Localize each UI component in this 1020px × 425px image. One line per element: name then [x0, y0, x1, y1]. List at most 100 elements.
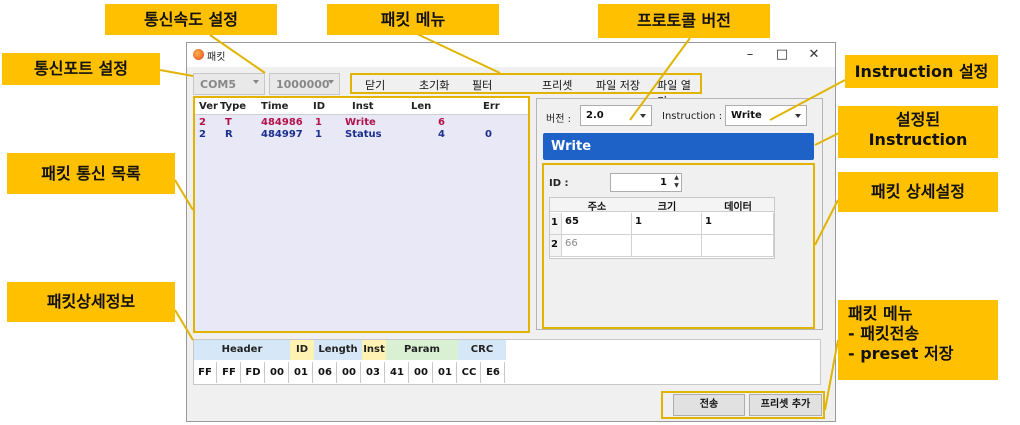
- packet-header-group: ID: [290, 340, 314, 360]
- port-combo[interactable]: COM5: [193, 73, 265, 95]
- callout-instruction-setting: Instruction 설정: [845, 55, 998, 88]
- packet-byte: 03: [362, 362, 385, 383]
- packet-header-group: CRC: [458, 340, 506, 360]
- instruction-combo[interactable]: Write: [725, 105, 807, 126]
- callout-packet-detail-info: 패킷상세정보: [7, 282, 175, 322]
- param-cell-num: 1: [550, 213, 562, 235]
- instruction-label: Instruction :: [662, 111, 723, 122]
- param-table[interactable]: 주소 크기 데이터 1 65 1 1 2 66: [549, 197, 775, 259]
- instruction-combo-value: Write: [731, 110, 762, 121]
- param-table-header: 주소 크기 데이터: [550, 198, 774, 213]
- packet-cell-time: 484997: [261, 129, 303, 140]
- packet-list-header: Ver Type Time ID Inst Len Err: [195, 98, 528, 115]
- col-ver: Ver: [199, 101, 218, 112]
- window-title: 패킷: [207, 52, 226, 63]
- instruction-banner: Write: [543, 133, 814, 160]
- chevron-down-icon: [328, 80, 334, 84]
- baud-combo-value: 1000000: [276, 78, 330, 91]
- packet-menu-bar: 닫기 초기화 필터 프리셋 파일 저장 파일 열기: [350, 73, 702, 108]
- packet-info: Header ID Length Inst Param CRC FF FF FD 00 01 06 0…: [193, 339, 821, 385]
- chevron-down-icon: [795, 114, 801, 118]
- param-cell-num: 2: [550, 235, 562, 257]
- packet-cell-inst: Write: [345, 117, 376, 128]
- chevron-down-icon: [253, 80, 259, 84]
- param-cell-addr[interactable]: 66: [562, 235, 632, 257]
- packet-info-header: Header ID Length Inst Param CRC: [194, 340, 524, 360]
- packet-header-group: Inst: [362, 340, 386, 360]
- menu-filter[interactable]: 필터: [472, 77, 492, 93]
- col-len: Len: [411, 101, 432, 112]
- add-preset-button[interactable]: 프리셋 추가: [749, 394, 822, 416]
- packet-byte: FF: [194, 362, 217, 383]
- packet-cell-len: 6: [438, 117, 445, 128]
- packet-cell-ver: 2: [199, 129, 206, 140]
- col-type: Type: [220, 101, 247, 112]
- chevron-down-icon: [640, 114, 646, 118]
- callout-packet-detail-setting: 패킷 상세설정: [838, 172, 998, 212]
- packet-header-group: Length: [314, 340, 362, 360]
- col-inst: Inst: [352, 101, 374, 112]
- packet-cell-type: T: [225, 117, 232, 128]
- param-cell-data[interactable]: [702, 235, 774, 257]
- packet-cell-time: 484986: [261, 117, 303, 128]
- col-id: ID: [313, 101, 326, 112]
- callout-packet-list: 패킷 통신 목록: [7, 153, 175, 194]
- packet-row[interactable]: 2 T 484986 1 Write 6: [195, 117, 528, 129]
- send-button[interactable]: 전송: [673, 394, 745, 416]
- callout-protocol-version: 프로토콜 버전: [598, 4, 770, 38]
- param-cell-addr[interactable]: 65: [562, 213, 632, 235]
- packet-cell-ver: 2: [199, 117, 206, 128]
- port-combo-value: COM5: [200, 78, 237, 91]
- packet-byte: FF: [218, 362, 241, 383]
- spin-arrows-icon[interactable]: ▲ ▼: [672, 174, 681, 191]
- packet-cell-type: R: [225, 129, 233, 140]
- callout-packet-menu-2: 패킷 메뉴 - 패킷전송 - preset 저장: [838, 300, 998, 380]
- param-row[interactable]: 1 65 1 1: [550, 213, 774, 235]
- col-size: 크기: [657, 202, 677, 213]
- packet-info-bytes: FF FF FD 00 01 06 00 03 41 00 01 CC E6: [194, 362, 524, 383]
- menu-close[interactable]: 닫기: [365, 77, 385, 93]
- packet-byte: FD: [242, 362, 265, 383]
- version-combo[interactable]: 2.0: [580, 105, 652, 126]
- packet-byte: 41: [386, 362, 409, 383]
- param-cell-size[interactable]: [632, 235, 702, 257]
- packet-cell-err: 0: [485, 129, 492, 140]
- packet-header-group: Param: [386, 340, 458, 360]
- packet-row[interactable]: 2 R 484997 1 Status 4 0: [195, 129, 528, 141]
- packet-cell-id: 1: [315, 117, 322, 128]
- packet-cell-id: 1: [315, 129, 322, 140]
- callout-comm-speed: 통신속도 설정: [105, 4, 277, 35]
- packet-byte: 01: [290, 362, 313, 383]
- packet-list[interactable]: Ver Type Time ID Inst Len Err 2 T 484986 1 W…: [193, 96, 530, 333]
- col-address: 주소: [587, 202, 607, 213]
- packet-cell-inst: Status: [345, 129, 382, 140]
- minimize-button[interactable]: –: [737, 45, 763, 65]
- menu-reset[interactable]: 초기화: [419, 77, 449, 93]
- packet-byte: 00: [410, 362, 433, 383]
- version-combo-value: 2.0: [586, 110, 604, 121]
- maximize-button[interactable]: □: [769, 45, 795, 65]
- packet-byte: 06: [314, 362, 337, 383]
- callout-packet-menu: 패킷 메뉴: [327, 4, 499, 35]
- packet-rows: 2 T 484986 1 Write 6 2 R 484997 1 Status 4 0: [195, 117, 528, 157]
- callout-comm-port: 통신포트 설정: [2, 53, 160, 85]
- app-icon: [193, 49, 204, 60]
- id-label: ID :: [549, 178, 569, 189]
- packet-byte: 00: [266, 362, 289, 383]
- col-time: Time: [261, 101, 289, 112]
- param-row[interactable]: 2 66: [550, 235, 774, 257]
- packet-byte: E6: [482, 362, 505, 383]
- menu-save-file[interactable]: 파일 저장: [596, 77, 640, 93]
- param-cell-data[interactable]: 1: [702, 213, 774, 235]
- packet-byte: CC: [458, 362, 481, 383]
- baud-combo[interactable]: 1000000: [269, 73, 340, 95]
- version-label: 버전 :: [546, 114, 571, 125]
- packet-cell-len: 4: [438, 129, 445, 140]
- menu-preset[interactable]: 프리셋: [542, 77, 572, 93]
- close-button[interactable]: ✕: [801, 45, 827, 65]
- packet-byte: 00: [338, 362, 361, 383]
- packet-header-group: Header: [194, 340, 290, 360]
- param-cell-size[interactable]: 1: [632, 213, 702, 235]
- title-bar: 패킷 – □ ✕: [187, 43, 835, 67]
- param-rows: 1 65 1 1 2 66: [550, 213, 774, 257]
